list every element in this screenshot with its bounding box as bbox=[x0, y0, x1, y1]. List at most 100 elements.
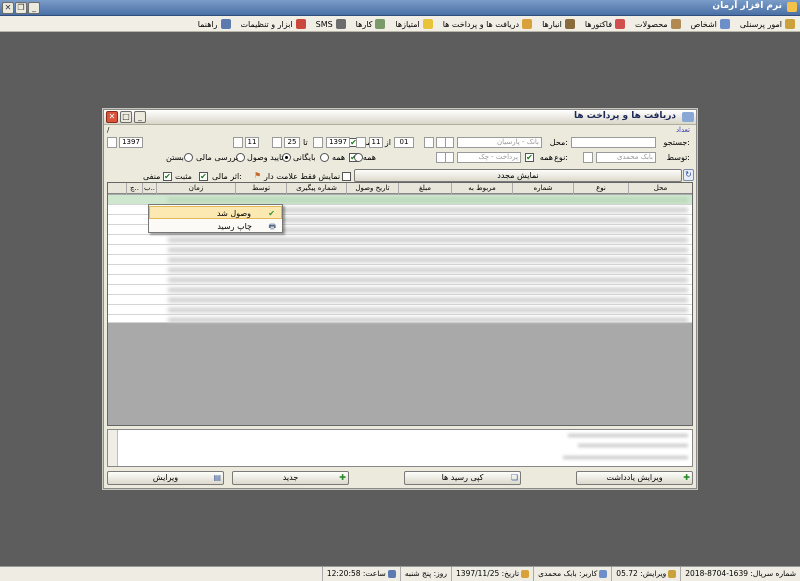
app-logo-icon bbox=[787, 2, 797, 12]
table-row[interactable] bbox=[108, 245, 692, 255]
from-day-dropdown[interactable] bbox=[424, 137, 434, 148]
menu-item-points[interactable]: امتیازها bbox=[390, 16, 437, 32]
table-row[interactable] bbox=[108, 315, 692, 323]
new-button[interactable]: جدید ✚ bbox=[232, 471, 349, 485]
count-value: / bbox=[107, 126, 110, 134]
money-icon bbox=[522, 19, 533, 29]
by-dropdown[interactable] bbox=[583, 152, 593, 163]
dialog-close-icon[interactable]: ✕ bbox=[106, 111, 118, 123]
context-item-print[interactable]: چاپ رسید 🖶 bbox=[149, 220, 282, 233]
place-label: محل: bbox=[549, 138, 568, 147]
from-month[interactable]: 11 bbox=[369, 137, 383, 148]
to-day[interactable]: 25 bbox=[284, 137, 300, 148]
col-related[interactable]: مربوط به bbox=[451, 183, 512, 194]
filter-closed-radio[interactable] bbox=[184, 153, 193, 162]
type-all-checkbox[interactable]: ✔ bbox=[525, 153, 534, 162]
col-type[interactable]: نوع bbox=[573, 183, 628, 194]
type-label: نوع: bbox=[554, 153, 568, 162]
from-day[interactable]: 01 bbox=[394, 137, 414, 148]
type-select[interactable]: پرداخت - چک bbox=[457, 152, 521, 163]
refresh-icon[interactable]: ↻ bbox=[683, 169, 694, 181]
to-day-dropdown[interactable] bbox=[272, 137, 282, 148]
plus-icon: ✚ bbox=[339, 473, 346, 482]
status2-dropdown[interactable] bbox=[436, 152, 446, 163]
check-icon: ✔ bbox=[268, 209, 275, 218]
flag-only-checkbox[interactable] bbox=[342, 172, 351, 181]
menu-item-personnel[interactable]: امور پرسنلی bbox=[735, 16, 800, 32]
negative-checkbox[interactable]: ✔ bbox=[163, 172, 172, 181]
search-input[interactable] bbox=[571, 137, 656, 148]
search-label: جستجو: bbox=[663, 138, 691, 147]
context-menu: وصول شد ✔ چاپ رسید 🖶 bbox=[148, 204, 283, 233]
col-time[interactable]: زمان bbox=[156, 183, 235, 194]
col-receipt-date[interactable]: تاریخ وصول bbox=[346, 183, 398, 194]
edit-button[interactable]: ویرایش ▤ bbox=[107, 471, 224, 485]
invoice-icon bbox=[615, 19, 626, 29]
notes-area[interactable] bbox=[107, 429, 693, 467]
restore-icon[interactable]: ❐ bbox=[15, 2, 27, 14]
user-icon bbox=[599, 570, 608, 578]
menu-item-payments[interactable]: دریافت ها و پرداخت ها bbox=[438, 16, 537, 32]
dialog-icon bbox=[682, 112, 694, 122]
table-row[interactable] bbox=[108, 255, 692, 265]
table-row[interactable] bbox=[108, 265, 692, 275]
context-item-received[interactable]: وصول شد ✔ bbox=[149, 206, 282, 219]
table-row[interactable] bbox=[108, 295, 692, 305]
filter-all-label: همه bbox=[332, 153, 346, 162]
col-ch[interactable]: چ.. bbox=[126, 183, 142, 194]
menu-item-sms[interactable]: SMS bbox=[311, 16, 351, 32]
to-year-dropdown[interactable] bbox=[107, 137, 117, 148]
effect-label: اثر مالی: bbox=[212, 172, 242, 181]
warehouse-icon bbox=[564, 19, 575, 29]
dialog-minimize-icon[interactable]: _ bbox=[134, 111, 146, 123]
filter-closed-label: بستن bbox=[166, 153, 184, 162]
copy-icon: ❏ bbox=[510, 473, 518, 482]
col-tracking[interactable]: شماره پیگیری bbox=[286, 183, 346, 194]
table-row[interactable] bbox=[108, 235, 692, 245]
from-label: از bbox=[384, 138, 391, 147]
menu-bar: امور پرسنلی اشخاص محصولات فاکتورها انبار… bbox=[0, 16, 800, 32]
col-place[interactable]: محل bbox=[628, 183, 692, 194]
table-row[interactable] bbox=[108, 285, 692, 295]
filter-archived-radio[interactable] bbox=[320, 153, 329, 162]
task-icon bbox=[375, 19, 386, 29]
dialog-titlebar: دریافت ها و پرداخت ها ✕ □ _ bbox=[104, 110, 696, 125]
menu-item-persons[interactable]: اشخاص bbox=[686, 16, 735, 32]
edit-note-button[interactable]: ویرایش یادداشت ✚ bbox=[576, 471, 693, 485]
to-month[interactable]: 11 bbox=[245, 137, 259, 148]
menu-item-warehouses[interactable]: انبارها bbox=[537, 16, 580, 32]
table-row[interactable] bbox=[108, 275, 692, 285]
from-year-dropdown[interactable] bbox=[313, 137, 323, 148]
menu-item-tools[interactable]: ابزار و تنظیمات bbox=[236, 16, 311, 32]
filter-archived-label: بایگانی bbox=[293, 153, 316, 162]
from-year[interactable]: 1397 bbox=[326, 137, 350, 148]
positive-checkbox[interactable]: ✔ bbox=[199, 172, 208, 181]
filter-review-label: بررسی مالی bbox=[196, 153, 239, 162]
menu-item-products[interactable]: محصولات bbox=[630, 16, 686, 32]
to-year[interactable]: 1397 bbox=[119, 137, 143, 148]
menu-item-tasks[interactable]: کارها bbox=[351, 16, 391, 32]
from-month-dropdown[interactable] bbox=[356, 137, 366, 148]
col-by[interactable]: توسط bbox=[235, 183, 286, 194]
col-amount[interactable]: مبلغ bbox=[398, 183, 451, 194]
copy-receipts-button[interactable]: کپی رسید ها ❏ bbox=[404, 471, 521, 485]
edit-icon: ▤ bbox=[213, 473, 221, 482]
minimize-icon[interactable]: _ bbox=[28, 2, 40, 14]
menu-item-invoices[interactable]: فاکتورها bbox=[580, 16, 630, 32]
app-title: نرم افزار آرمان bbox=[712, 1, 782, 11]
place-select[interactable]: بانک - پارسیان bbox=[457, 137, 542, 148]
notes-scrollbar[interactable] bbox=[108, 430, 118, 466]
close-icon[interactable]: ✕ bbox=[2, 2, 14, 14]
filter-all-radio[interactable] bbox=[354, 153, 363, 162]
by-select[interactable]: بابک محمدی bbox=[596, 152, 656, 163]
menu-item-help[interactable]: راهنما bbox=[193, 16, 236, 32]
col-b[interactable]: ب.. bbox=[142, 183, 156, 194]
print-icon: 🖶 bbox=[268, 222, 276, 231]
col-number[interactable]: شماره bbox=[512, 183, 573, 194]
filter-confirm-label: تایید وصول bbox=[247, 153, 284, 162]
refresh-button[interactable]: نمایش مجدد bbox=[354, 169, 682, 182]
to-month-dropdown[interactable] bbox=[233, 137, 243, 148]
dialog-maximize-icon[interactable]: □ bbox=[120, 111, 132, 123]
status-dropdown[interactable] bbox=[436, 137, 446, 148]
table-row[interactable] bbox=[108, 305, 692, 315]
